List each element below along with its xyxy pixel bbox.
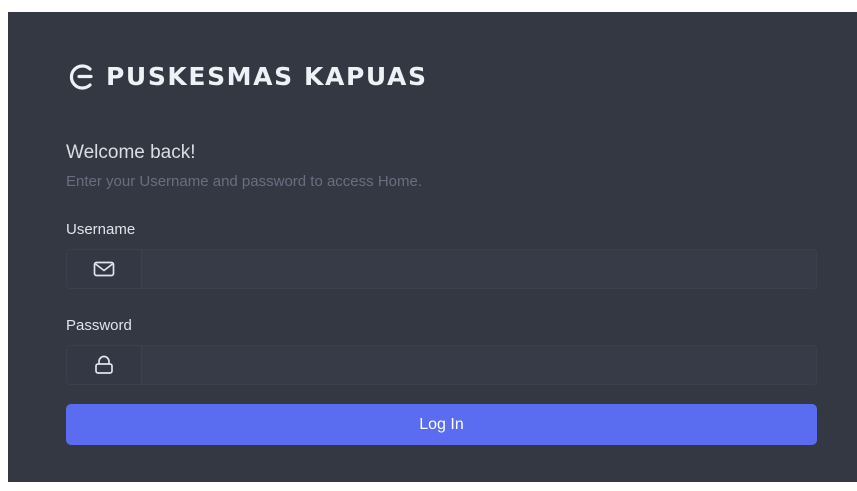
password-label: Password: [66, 317, 132, 334]
brand-name: PUSKESMAS KAPUAS: [106, 62, 428, 91]
username-field-group: [66, 249, 817, 289]
brand-logo-icon: [69, 64, 93, 90]
brand-header: PUSKESMAS KAPUAS: [66, 62, 428, 92]
mail-icon: [93, 261, 115, 277]
username-input[interactable]: [142, 250, 816, 288]
login-button[interactable]: Log In: [66, 404, 817, 445]
login-card: PUSKESMAS KAPUAS Welcome back! Enter you…: [8, 12, 857, 482]
page-title: Welcome back!: [66, 142, 196, 163]
password-field-group: [66, 345, 817, 385]
password-addon: [67, 346, 142, 384]
username-addon: [67, 250, 142, 288]
page-subtitle: Enter your Username and password to acce…: [66, 173, 422, 190]
password-input[interactable]: [142, 346, 816, 384]
lock-icon: [95, 355, 113, 374]
username-label: Username: [66, 221, 136, 238]
